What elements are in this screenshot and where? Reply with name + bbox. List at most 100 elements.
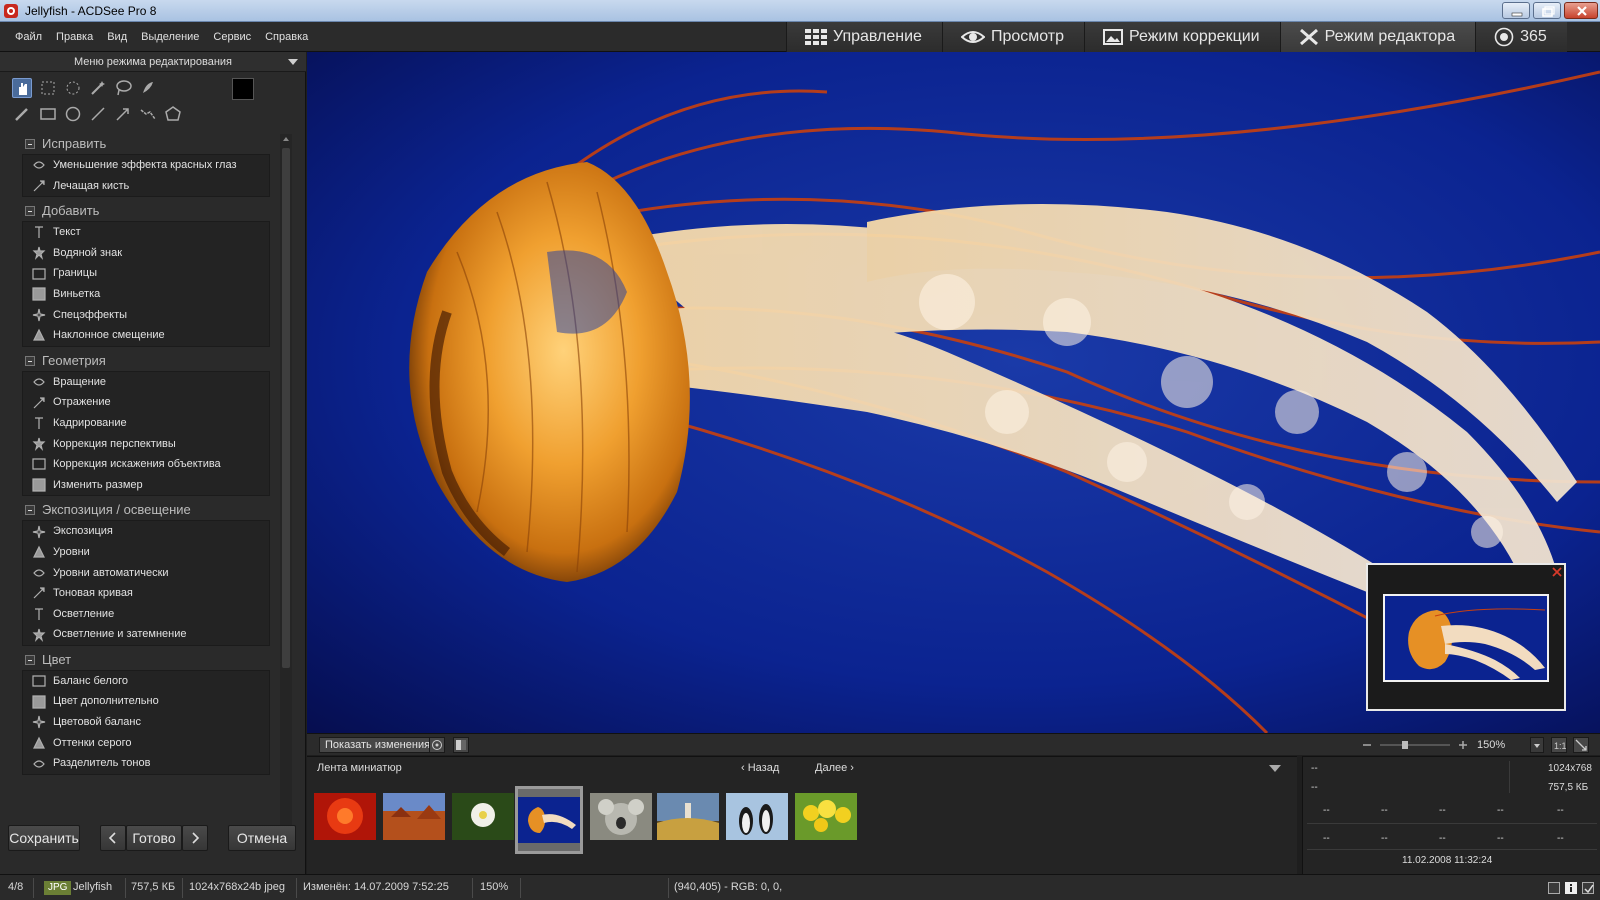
transform-tool[interactable] [63, 78, 83, 98]
tool-group-header[interactable]: Исправить [20, 134, 270, 154]
filmstrip-next-button[interactable]: Далее › [815, 762, 854, 774]
edit-tool-item[interactable]: Коррекция искажения объектива [23, 454, 269, 475]
zoom-slider[interactable] [1380, 741, 1450, 749]
status-info-button[interactable] [1565, 882, 1577, 894]
minimize-button[interactable] [1502, 2, 1530, 19]
close-window-button[interactable] [1564, 2, 1598, 19]
smart-brush-tool[interactable] [138, 78, 158, 98]
lasso-tool[interactable] [113, 78, 133, 98]
scroll-up-icon[interactable] [283, 137, 289, 141]
zoom-in-icon[interactable] [1457, 739, 1469, 751]
tab-view[interactable]: Просмотр [941, 22, 1085, 52]
tool-group-header[interactable]: Добавить [20, 201, 270, 221]
rectangle-tool[interactable] [38, 104, 58, 124]
cancel-button[interactable]: Отмена [228, 825, 296, 851]
menu-view[interactable]: Вид [100, 22, 134, 52]
collapse-icon[interactable] [25, 654, 35, 665]
arrow-tool[interactable] [113, 104, 133, 124]
thumbnail-chrysanthemum[interactable] [314, 793, 376, 840]
polygon-tool[interactable] [163, 104, 183, 124]
thumbnail-desert[interactable] [383, 793, 445, 840]
tab-develop[interactable]: Режим коррекции [1084, 22, 1280, 52]
navigator-window[interactable] [1366, 563, 1566, 711]
status-view-button[interactable] [1548, 882, 1560, 894]
thumbnail-penguins[interactable] [726, 793, 788, 840]
edit-tool-item[interactable]: Виньетка [23, 284, 269, 305]
edit-tool-item[interactable]: Экспозиция [23, 521, 269, 542]
status-checkmark-button[interactable] [1582, 882, 1594, 894]
marquee-select-tool[interactable] [38, 78, 58, 98]
save-button[interactable]: Сохранить [8, 825, 80, 851]
line-tool[interactable] [88, 104, 108, 124]
edit-tool-item[interactable]: Цветовой баланс [23, 712, 269, 733]
fit-image-button[interactable] [1573, 737, 1589, 753]
filmstrip-back-button[interactable]: ‹ Назад [741, 762, 779, 774]
foreground-color-swatch[interactable] [232, 78, 254, 100]
navigator-viewport-frame[interactable] [1383, 594, 1549, 682]
brush-tool[interactable] [12, 104, 32, 124]
zoom-out-icon[interactable] [1361, 739, 1373, 751]
edit-tool-item[interactable]: Уменьшение эффекта красных глаз [23, 155, 269, 176]
tab-edit[interactable]: Режим редактора [1279, 22, 1476, 52]
edit-tool-item[interactable]: Текст [23, 222, 269, 243]
edit-tool-item[interactable]: Осветление и затемнение [23, 624, 269, 645]
tool-group-header[interactable]: Экспозиция / освещение [20, 500, 270, 520]
thumbnail-koala[interactable] [590, 793, 652, 840]
compare-view-button[interactable] [429, 737, 445, 753]
thumbnail-tulips[interactable] [795, 793, 857, 840]
edit-tool-item[interactable]: Вращение [23, 372, 269, 393]
edit-tool-item[interactable]: Баланс белого [23, 671, 269, 692]
close-navigator-icon[interactable] [1552, 567, 1562, 577]
edit-tool-item[interactable]: Спецэффекты [23, 305, 269, 326]
tool-list-scrollbar[interactable] [280, 134, 292, 846]
edit-tool-item[interactable]: Наклонное смещение [23, 325, 269, 346]
zoom-dropdown[interactable] [1530, 737, 1544, 753]
edit-tool-item[interactable]: Границы [23, 263, 269, 284]
collapse-icon[interactable] [25, 505, 35, 516]
color-swatches[interactable] [232, 78, 268, 114]
menu-tools[interactable]: Сервис [206, 22, 258, 52]
tab-365[interactable]: 365 [1475, 22, 1567, 52]
edit-tool-item[interactable]: Коррекция перспективы [23, 434, 269, 455]
edit-tool-item[interactable]: Осветление [23, 604, 269, 625]
edit-tool-item[interactable]: Лечащая кисть [23, 176, 269, 197]
edit-tool-item[interactable]: Кадрирование [23, 413, 269, 434]
edit-tool-item[interactable]: Оттенки серого [23, 733, 269, 754]
edit-tool-item[interactable]: Разделитель тонов [23, 753, 269, 774]
menu-file[interactable]: Файл [8, 22, 49, 52]
ellipse-tool[interactable] [63, 104, 83, 124]
menu-select[interactable]: Выделение [134, 22, 206, 52]
edit-mode-menu-header[interactable]: Меню режима редактирования [0, 52, 306, 72]
done-previous-button[interactable] [100, 825, 126, 851]
actual-size-button[interactable]: 1:1 [1551, 737, 1567, 753]
thumbnail-lighthouse[interactable] [657, 793, 719, 840]
menu-help[interactable]: Справка [258, 22, 315, 52]
done-button[interactable]: Готово [126, 825, 182, 851]
edit-tool-item[interactable]: Уровни автоматически [23, 563, 269, 584]
thumbnail-hydrangeas[interactable] [452, 793, 514, 840]
edit-tool-item[interactable]: Водяной знак [23, 243, 269, 264]
edit-tool-item[interactable]: Уровни [23, 542, 269, 563]
tool-group-header[interactable]: Цвет [20, 650, 270, 670]
edit-tool-item[interactable]: Тоновая кривая [23, 583, 269, 604]
tab-manage[interactable]: Управление [786, 22, 942, 52]
edit-tool-item[interactable]: Изменить размер [23, 475, 269, 496]
tool-group-header[interactable]: Геометрия [20, 351, 270, 371]
done-next-button[interactable] [182, 825, 208, 851]
zoom-level[interactable]: 150% [1477, 737, 1533, 753]
filmstrip-dropdown-icon[interactable] [1269, 765, 1281, 772]
magic-wand-tool[interactable] [88, 78, 108, 98]
split-view-button[interactable] [453, 737, 469, 753]
collapse-icon[interactable] [25, 206, 35, 217]
thumbnail-jellyfish[interactable] [515, 786, 583, 854]
collapse-icon[interactable] [25, 139, 35, 149]
collapse-icon[interactable] [25, 355, 35, 366]
hand-tool[interactable] [12, 78, 32, 98]
image-viewer[interactable] [307, 52, 1600, 733]
edit-tool-item[interactable]: Цвет дополнительно [23, 691, 269, 712]
edit-tool-item[interactable]: Отражение [23, 392, 269, 413]
polyline-tool[interactable] [138, 104, 158, 124]
scroll-thumb[interactable] [282, 148, 290, 668]
menu-edit[interactable]: Правка [49, 22, 100, 52]
restore-button[interactable] [1533, 2, 1561, 19]
